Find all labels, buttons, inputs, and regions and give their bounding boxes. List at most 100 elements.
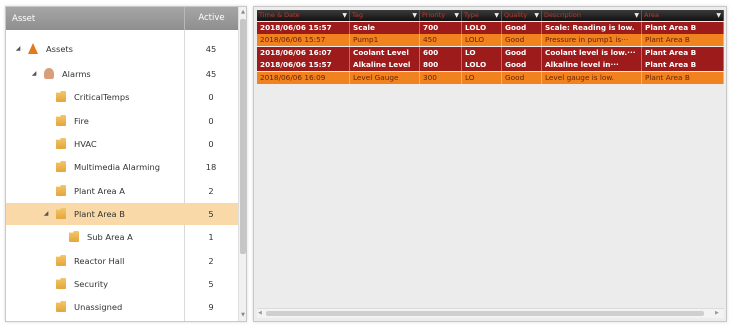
tree-node[interactable]: Multimedia Alarming 18 xyxy=(6,156,238,178)
alarm-cell: 2018/06/06 15:57 xyxy=(257,22,350,34)
active-count: 1 xyxy=(208,232,214,242)
column-header-label: Tag xyxy=(352,11,364,19)
active-column-header[interactable]: Active xyxy=(184,7,238,30)
column-header[interactable]: Priority ▼ xyxy=(420,10,462,21)
asset-column-header[interactable]: Asset xyxy=(12,14,35,24)
expand-arrow-icon[interactable]: ◢ xyxy=(42,210,50,218)
active-count: 0 xyxy=(208,139,214,149)
alarm-cell: 2018/06/06 16:09 xyxy=(257,71,350,84)
tree-node-label: Fire xyxy=(74,116,89,126)
alarm-cell: 2018/06/06 15:57 xyxy=(257,34,350,47)
alarm-cell: 450 xyxy=(420,34,462,47)
alarm-cell: 600 xyxy=(420,46,462,59)
column-header[interactable]: Type ▼ xyxy=(462,10,502,21)
active-count: 45 xyxy=(205,69,217,79)
tree-header: Asset Active xyxy=(6,7,238,30)
alarm-cell: LOLO xyxy=(462,34,502,47)
expand-arrow-icon[interactable]: ◢ xyxy=(14,45,22,53)
alarm-row[interactable]: 2018/06/06 15:57 Alkaline Level 800 LOLO Goo… xyxy=(257,59,724,72)
grid-horizontal-scrollbar[interactable]: ◀ ▶ xyxy=(257,308,724,318)
tree-scroll-thumb[interactable] xyxy=(240,19,246,254)
alarm-cell: Good xyxy=(502,22,542,34)
folder-icon xyxy=(69,231,79,242)
tree-node[interactable]: Fire 0 xyxy=(6,110,238,132)
expand-arrow-icon[interactable]: ◢ xyxy=(30,70,38,78)
alarm-cell: Plant Area B xyxy=(642,46,724,59)
alarm-cell: Coolant level is low.··· xyxy=(542,46,642,59)
alarm-cell: Plant Area B xyxy=(642,34,724,47)
grid-scroll-thumb[interactable] xyxy=(266,311,704,316)
filter-icon[interactable]: ▼ xyxy=(716,10,721,21)
alarm-row[interactable]: 2018/06/06 15:57 Scale 700 LOLO Good Scale: R… xyxy=(257,22,724,34)
tree-node-label: CriticalTemps xyxy=(74,92,130,102)
folder-icon xyxy=(56,185,66,196)
tree-node-label: Plant Area A xyxy=(74,186,125,196)
tree-node[interactable]: Security 5 xyxy=(6,273,238,295)
alarm-row[interactable]: 2018/06/06 16:09 Level Gauge 300 LO Good Leve… xyxy=(257,71,724,84)
active-count: 0 xyxy=(208,92,214,102)
folder-icon xyxy=(56,208,66,219)
alarm-cell: Good xyxy=(502,46,542,59)
tree-node[interactable]: Reactor Hall 2 xyxy=(6,250,238,272)
tree-node[interactable]: Plant Area A 2 xyxy=(6,180,238,202)
alarm-cell: Level Gauge xyxy=(350,71,420,84)
alarm-cell: Plant Area B xyxy=(642,22,724,34)
alarm-cell: Plant Area B xyxy=(642,59,724,72)
tree-node-label: Plant Area B xyxy=(74,209,125,219)
folder-icon xyxy=(56,278,66,289)
column-header-label: Priority xyxy=(422,11,446,19)
alarm-cell: LO xyxy=(462,71,502,84)
alarm-cell: Plant Area B xyxy=(642,71,724,84)
tree-node-label: HVAC xyxy=(74,139,97,149)
column-header[interactable]: Quality ▼ xyxy=(502,10,542,21)
tree-node[interactable]: ◢ Plant Area B 5 xyxy=(6,203,238,225)
column-header-label: Description xyxy=(544,11,582,19)
filter-icon[interactable]: ▼ xyxy=(454,10,459,21)
folder-icon xyxy=(56,138,66,149)
active-count: 9 xyxy=(208,302,214,312)
filter-icon[interactable]: ▼ xyxy=(342,10,347,21)
active-count: 5 xyxy=(208,279,214,289)
alarm-row[interactable]: 2018/06/06 16:07 Coolant Level 600 LO Good Co… xyxy=(257,46,724,59)
column-header-label: Time & Date xyxy=(259,11,300,19)
alarm-cell: Scale xyxy=(350,22,420,34)
column-header-label: Type xyxy=(464,11,479,19)
alarm-cell: 800 xyxy=(420,59,462,72)
column-header[interactable]: Description ▼ xyxy=(542,10,642,21)
tree-node[interactable]: CriticalTemps 0 xyxy=(6,86,238,108)
tree-node[interactable]: ◢ Assets 45 xyxy=(6,38,238,60)
tree-node-label: Alarms xyxy=(62,69,91,79)
alarm-row[interactable]: 2018/06/06 15:57 Pump1 450 LOLO Good Pressure… xyxy=(257,34,724,47)
tree-vertical-scrollbar[interactable]: ▲ ▼ xyxy=(238,7,246,321)
filter-icon[interactable]: ▼ xyxy=(534,10,539,21)
column-header-label: Area xyxy=(644,11,659,19)
tree-node[interactable]: Sub Area A 1 xyxy=(6,226,238,248)
alarm-cell: 2018/06/06 15:57 xyxy=(257,59,350,72)
tree-node[interactable]: ◢ Alarms 45 xyxy=(6,63,238,85)
active-count: 45 xyxy=(205,44,217,54)
folder-icon xyxy=(56,301,66,312)
filter-icon[interactable]: ▼ xyxy=(634,10,639,21)
filter-icon[interactable]: ▼ xyxy=(494,10,499,21)
alarm-cell: LOLO xyxy=(462,59,502,72)
alarm-cell: Alkaline Level xyxy=(350,59,420,72)
tree-node[interactable]: Unassigned 9 xyxy=(6,296,238,318)
alarms-icon xyxy=(44,68,54,79)
folder-icon xyxy=(56,91,66,102)
column-header[interactable]: Area ▼ xyxy=(642,10,724,21)
tree-node-label: Reactor Hall xyxy=(74,256,125,266)
scroll-down-icon[interactable]: ▼ xyxy=(240,312,246,318)
active-count: 2 xyxy=(208,186,214,196)
scroll-left-icon[interactable]: ◀ xyxy=(258,310,262,316)
filter-icon[interactable]: ▼ xyxy=(412,10,417,21)
active-count: 5 xyxy=(208,209,214,219)
alarm-cell: 2018/06/06 16:07 xyxy=(257,46,350,59)
tree-node-label: Assets xyxy=(46,44,74,54)
column-header[interactable]: Time & Date ▼ xyxy=(257,10,350,21)
alarm-cell: Good xyxy=(502,34,542,47)
column-header[interactable]: Tag ▼ xyxy=(350,10,420,21)
scroll-right-icon[interactable]: ▶ xyxy=(715,310,719,316)
tree-node-label: Multimedia Alarming xyxy=(74,162,161,172)
scroll-up-icon[interactable]: ▲ xyxy=(240,9,246,15)
tree-node[interactable]: HVAC 0 xyxy=(6,133,238,155)
